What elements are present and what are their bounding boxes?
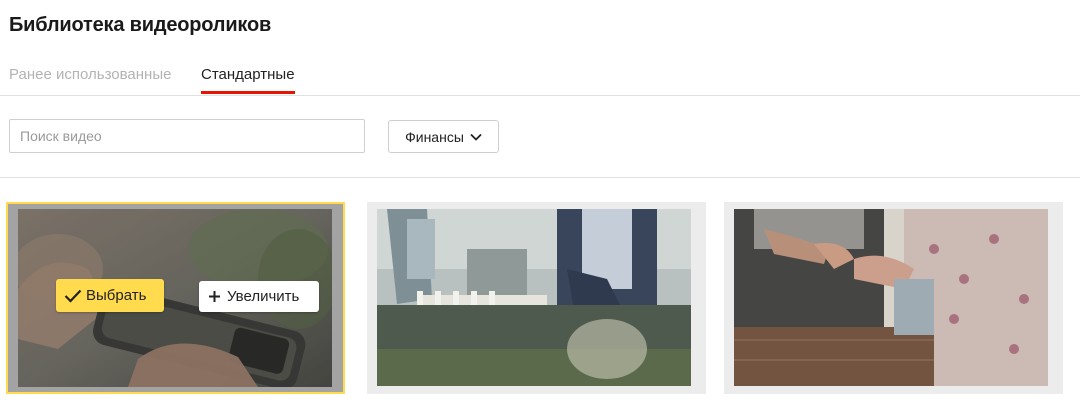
category-dropdown[interactable]: Финансы <box>388 120 499 153</box>
category-dropdown-label: Финансы <box>405 128 464 145</box>
tab-bar: Ранее использованные Стандартные <box>0 60 1080 96</box>
select-button-label: Выбрать <box>86 287 147 304</box>
video-thumbnail-card-payment <box>734 209 1048 386</box>
search-input[interactable] <box>9 119 365 153</box>
divider <box>0 177 1080 178</box>
zoom-button-label: Увеличить <box>227 288 300 305</box>
video-card-2[interactable] <box>367 202 706 394</box>
zoom-button[interactable]: Увеличить <box>199 281 319 312</box>
plus-icon <box>209 291 220 302</box>
page-title: Библиотека видеороликов <box>9 14 272 36</box>
select-button[interactable]: Выбрать <box>56 279 164 312</box>
check-icon <box>64 289 82 303</box>
video-card-3[interactable] <box>724 202 1063 394</box>
tab-recently-used[interactable]: Ранее использованные <box>9 66 171 83</box>
chevron-down-icon <box>470 133 482 141</box>
tab-standard[interactable]: Стандартные <box>201 66 295 94</box>
video-thumbnail-office-meeting <box>377 209 691 386</box>
